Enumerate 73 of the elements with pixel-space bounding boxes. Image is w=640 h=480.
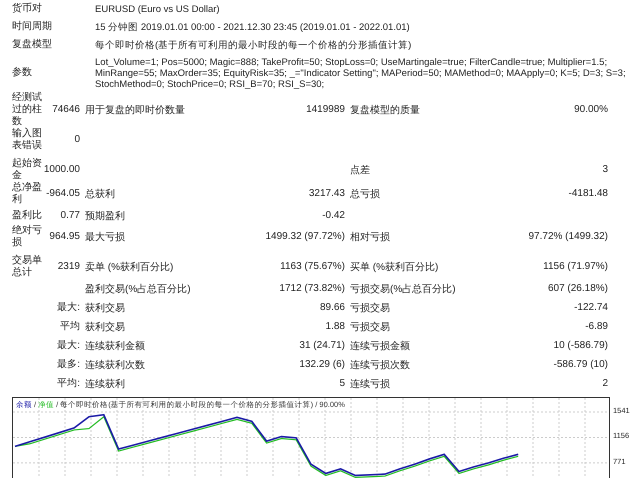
stat-value: 最大: xyxy=(56,302,80,314)
stat-label: 总净盈利 xyxy=(12,182,43,206)
stat-label: 绝对亏损 xyxy=(12,225,43,249)
stat-value: -0.42 xyxy=(322,210,345,222)
stat-label: 输入图表错误 xyxy=(12,128,43,152)
stat-value: 90.00% xyxy=(574,104,608,116)
field-value: 15 分钟图 2019.01.01 00:00 - 2021.12.30 23:45 (2019.01.01 - 2022.01.01) xyxy=(95,22,411,32)
stat-value: 31 (24.71) xyxy=(299,340,345,352)
stat-value: 964.95 xyxy=(48,231,80,243)
stat-label: 交易单总计 xyxy=(12,255,43,279)
stat-value: 1419989 xyxy=(306,104,345,116)
field-label: 参数 xyxy=(12,67,33,79)
stat-value: 89.66 xyxy=(320,302,345,314)
stat-value: 1.88 xyxy=(326,320,345,332)
stat-value: -122.74 xyxy=(574,302,608,314)
stat-label: 相对亏损 xyxy=(350,230,390,244)
stat-label: 连续获利金额 xyxy=(85,340,145,352)
stat-label: 盈利交易(%占总百分比) xyxy=(85,282,191,296)
stat-value: 97.72% (1499.32) xyxy=(528,231,608,243)
stat-label: 预期盈利 xyxy=(85,210,125,222)
stat-label: 经测试过的柱数 xyxy=(12,92,43,128)
stat-label: 起始资金 xyxy=(12,158,43,182)
field-label: 货币对 xyxy=(12,3,43,15)
stat-value: 0.77 xyxy=(60,210,80,222)
field-value: StochMethod=0; StochPrice=0; RSI_B=70; RSI_S=30; xyxy=(95,78,326,90)
stat-label: 盈利比 xyxy=(12,210,43,222)
stat-label: 最大亏损 xyxy=(85,230,125,244)
field-label: 复盘模型 xyxy=(12,39,53,51)
field-value: EURUSD (Euro vs US Dollar) xyxy=(95,4,221,14)
stat-value: 3217.43 xyxy=(308,188,345,200)
stat-value: 74646 xyxy=(51,104,80,116)
stat-value: 平均: xyxy=(56,378,80,390)
stat-label: 连续获利 xyxy=(85,378,125,390)
stat-label: 卖单 (%获利百分比) xyxy=(85,260,174,274)
field-value: Lot_Volume=1; Pos=5000; Magic=888; TakeProfit=50; StopLoss=0; UseMartingale=true; FilterCandle=true; Multiplier=1.5; xyxy=(95,56,608,68)
stat-label: 获利交易 xyxy=(85,320,125,334)
stat-value: 最多: xyxy=(56,358,80,370)
stat-label: 点差 xyxy=(350,164,370,177)
stat-label: 复盘模型的质量 xyxy=(350,104,420,117)
stat-label: 连续亏损金额 xyxy=(350,340,410,352)
stat-value: 10 (-586.79) xyxy=(554,340,608,352)
stat-label: 亏损交易 xyxy=(350,320,390,334)
stat-value: 607 (26.18%) xyxy=(548,282,608,294)
stat-label: 连续亏损 xyxy=(350,378,390,390)
stat-value: 1156 (71.97%) xyxy=(543,261,608,273)
stat-value: -6.89 xyxy=(585,320,608,332)
stat-label: 买单 (%获利百分比) xyxy=(350,260,438,274)
stat-value: 0 xyxy=(73,134,80,146)
stat-label: 总亏损 xyxy=(350,188,380,201)
stat-label: 获利交易 xyxy=(85,302,125,314)
stat-value: 132.29 (6) xyxy=(299,358,345,370)
stat-value: -4181.48 xyxy=(568,188,608,200)
stat-label: 亏损交易 xyxy=(350,302,390,314)
stat-value: 1163 (75.67%) xyxy=(280,261,345,273)
field-value: MinRange=55; MaxOrder=35; EquityRisk=35; _="Indicator Setting"; MAPeriod=50; MAMethod=0; MAApply=0; K=5; D=3; S=3; xyxy=(95,68,627,78)
stat-value: 平均 xyxy=(59,320,80,332)
stat-label: 亏损交易(%占总百分比) xyxy=(350,282,456,296)
stat-value: -964.05 xyxy=(45,188,80,200)
stat-value: 1499.32 (97.72%) xyxy=(265,231,345,243)
stat-label: 总获利 xyxy=(85,188,115,201)
stat-label: 连续亏损次数 xyxy=(350,358,410,372)
stat-value: 5 xyxy=(339,378,345,390)
stat-label: 用于复盘的即时价数量 xyxy=(85,104,185,117)
field-value: 每个即时价格(基于所有可利用的最小时段的每一个价格的分形插值计算) xyxy=(95,40,412,50)
field-label: 时间周期 xyxy=(12,21,53,33)
stat-value: 2 xyxy=(602,378,608,390)
stat-value: -586.79 (10) xyxy=(554,358,608,370)
stat-label: 连续获利次数 xyxy=(85,358,145,372)
stat-value: 最大: xyxy=(56,340,80,352)
stat-value: 1712 (73.82%) xyxy=(279,282,345,294)
stat-value: 1000.00 xyxy=(43,164,80,176)
stat-value: 3 xyxy=(602,164,608,176)
stat-value: 2319 xyxy=(56,261,80,273)
